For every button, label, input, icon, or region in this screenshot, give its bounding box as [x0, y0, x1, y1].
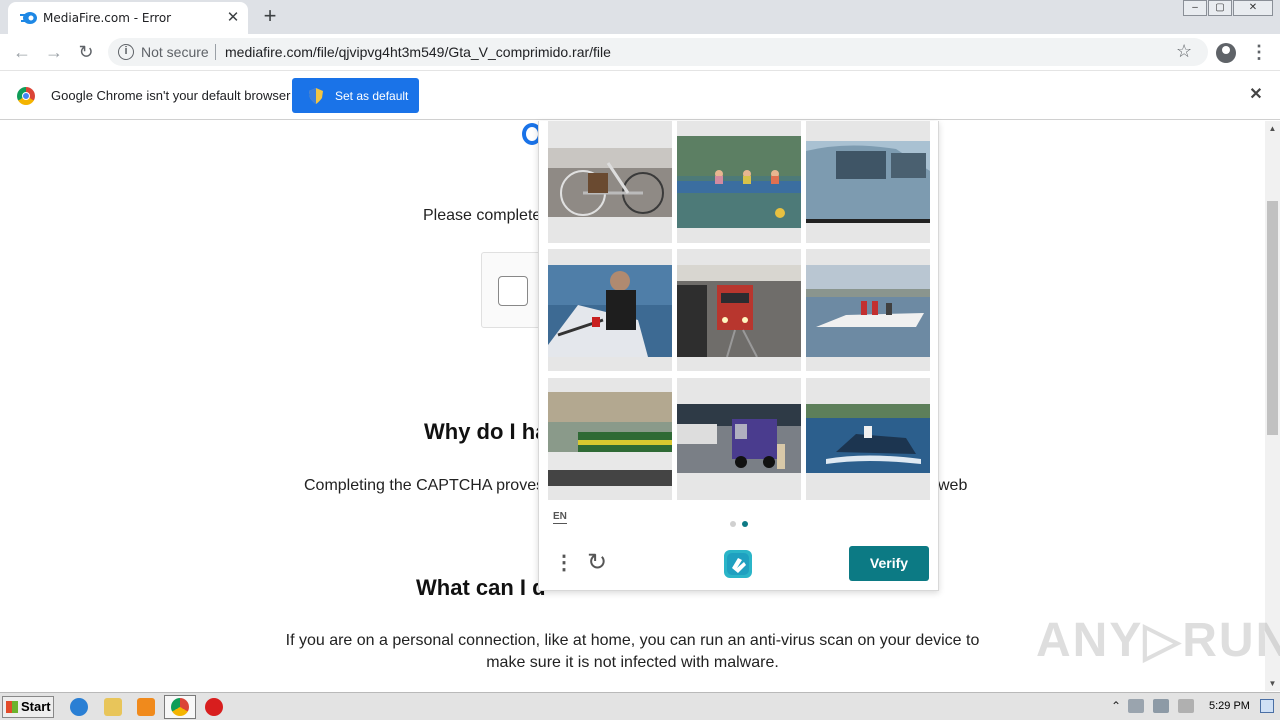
tab-title: MediaFire.com - Error	[43, 11, 172, 25]
restore-button[interactable]: ▢	[1208, 0, 1232, 16]
refresh-challenge-icon[interactable]: ↻	[583, 549, 611, 577]
taskbar-chrome-button[interactable]	[164, 695, 196, 719]
captcha-checkbox[interactable]	[498, 276, 528, 306]
security-label[interactable]: Not secure	[141, 44, 209, 60]
close-tab-button[interactable]: ✕	[224, 9, 242, 27]
truck-image	[677, 404, 801, 473]
scroll-thumb[interactable]	[1267, 201, 1278, 435]
back-button[interactable]: ←	[10, 41, 34, 63]
new-tab-button[interactable]: +	[258, 5, 282, 28]
network-icon[interactable]	[1153, 699, 1169, 713]
windows-flag-icon	[6, 701, 18, 713]
infobar-close-button[interactable]: ✕	[1247, 86, 1265, 104]
default-browser-infobar: Google Chrome isn't your default browser…	[0, 71, 1280, 120]
url-separator	[215, 44, 216, 60]
captcha-tile-bus[interactable]	[548, 378, 672, 500]
captcha-tile-boat[interactable]	[806, 249, 930, 371]
profile-avatar-icon[interactable]	[1216, 43, 1236, 63]
show-desktop-button[interactable]	[1260, 699, 1274, 713]
car-image	[806, 141, 930, 223]
chrome-menu-icon[interactable]: ⋮	[1250, 41, 1268, 63]
mediafire-icon	[20, 12, 37, 24]
bookmark-star-icon[interactable]: ☆	[1176, 41, 1192, 62]
windows-taskbar: Start ⌃ 5:29 PM	[0, 692, 1280, 720]
url-text[interactable]: mediafire.com/file/qjvipvg4ht3m549/Gta_V…	[225, 44, 611, 60]
address-bar[interactable]: i Not secure mediafire.com/file/qjvipvg4…	[108, 38, 1208, 66]
scroll-up-arrow-icon[interactable]: ▲	[1265, 121, 1280, 136]
chrome-logo-icon	[17, 87, 35, 105]
bicycle-image	[548, 148, 672, 217]
page-indicator-dot	[730, 521, 736, 527]
action-center-flag-icon[interactable]	[1178, 699, 1194, 713]
internet-explorer-icon[interactable]	[70, 698, 88, 716]
prevent-heading: What can I d	[416, 575, 546, 600]
captcha-tile-truck[interactable]	[677, 378, 801, 500]
boat-image	[548, 265, 672, 357]
captcha-tile-boat[interactable]	[548, 249, 672, 371]
watermark-logo: ANY▷RUN	[1036, 614, 1280, 667]
captcha-tile-bicycle[interactable]	[548, 121, 672, 243]
captcha-tile-boat[interactable]	[806, 378, 930, 500]
browser-tab[interactable]: MediaFire.com - Error ✕	[8, 2, 248, 34]
tray-expand-icon[interactable]: ⌃	[1111, 699, 1121, 713]
captcha-challenge-popup: EN ⋮ ↻ Verify	[538, 121, 939, 591]
explanation-text-end: web	[938, 477, 968, 494]
language-selector[interactable]: EN	[553, 511, 567, 524]
start-label: Start	[21, 699, 51, 714]
tab-strip: MediaFire.com - Error ✕ + – ▢ ✕	[0, 0, 1280, 34]
shield-icon	[309, 88, 323, 104]
close-window-button[interactable]: ✕	[1233, 0, 1273, 16]
folder-icon[interactable]	[104, 698, 122, 716]
start-button[interactable]: Start	[2, 696, 54, 718]
minimize-button[interactable]: –	[1183, 0, 1207, 16]
chrome-icon	[171, 698, 189, 716]
verify-button[interactable]: Verify	[849, 546, 929, 581]
more-options-icon[interactable]: ⋮	[554, 551, 574, 575]
boat-image	[677, 136, 801, 228]
forward-button[interactable]: →	[42, 41, 66, 63]
info-icon[interactable]: i	[118, 44, 134, 60]
bus-image	[548, 392, 672, 486]
train-image	[677, 265, 801, 357]
hcaptcha-logo-icon	[724, 550, 752, 578]
set-as-default-button[interactable]: Set as default	[292, 78, 419, 113]
explanation-text: Completing the CAPTCHA proves	[304, 477, 545, 494]
volume-icon[interactable]	[1128, 699, 1144, 713]
page-scrollbar[interactable]: ▲ ▼	[1265, 121, 1280, 691]
captcha-tile-car[interactable]	[806, 121, 930, 243]
scroll-down-arrow-icon[interactable]: ▼	[1265, 676, 1280, 691]
page-indicator-dot-active	[742, 521, 748, 527]
captcha-tile-train[interactable]	[677, 249, 801, 371]
infobar-message: Google Chrome isn't your default browser	[51, 88, 291, 103]
boat-image	[806, 265, 930, 357]
browser-toolbar: ← → ↻ i Not secure mediafire.com/file/qj…	[0, 34, 1280, 71]
clock[interactable]: 5:29 PM	[1209, 700, 1250, 712]
media-player-icon[interactable]	[137, 698, 155, 716]
set-as-default-label: Set as default	[335, 89, 409, 103]
why-heading: Why do I ha	[424, 419, 548, 444]
captcha-instruction: Please complete	[423, 207, 542, 224]
boat-image	[806, 404, 930, 473]
opera-icon[interactable]	[205, 698, 223, 716]
captcha-tile-boat[interactable]	[677, 121, 801, 243]
reload-button[interactable]: ↻	[74, 41, 98, 63]
